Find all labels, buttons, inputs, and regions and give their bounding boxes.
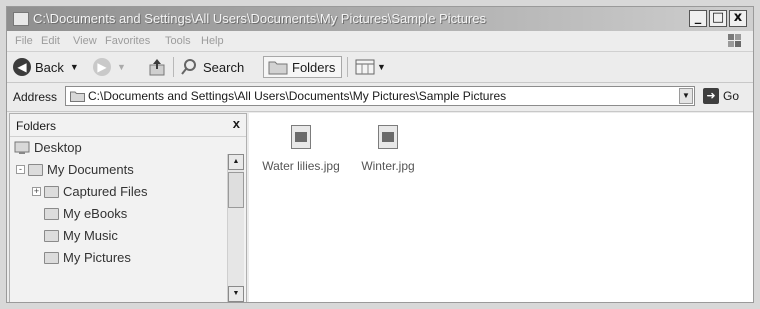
window-title: C:\Documents and Settings\All Users\Docu… xyxy=(33,11,487,26)
tree-item-desktop[interactable]: Desktop xyxy=(14,140,82,155)
tree-item-label: My Documents xyxy=(47,162,134,177)
folders-pane-title: Folders xyxy=(16,119,57,133)
back-button[interactable]: ◀ Back ▼ xyxy=(13,56,79,78)
folder-icon xyxy=(70,91,85,102)
chevron-down-icon[interactable]: ▼ xyxy=(117,62,126,72)
menu-tools[interactable]: Tools xyxy=(165,35,191,47)
folders-pane-close-button[interactable]: x xyxy=(233,116,240,131)
maximize-button[interactable]: □ xyxy=(709,10,727,27)
go-arrow-icon: ➜ xyxy=(703,88,719,104)
go-label: Go xyxy=(723,89,740,103)
up-folder-button[interactable] xyxy=(147,56,167,78)
go-button[interactable]: ➜ Go xyxy=(703,88,739,104)
search-button[interactable]: Search xyxy=(179,56,244,78)
explorer-window: C:\Documents and Settings\All Users\Docu… xyxy=(6,6,754,303)
tree-item-my-pictures[interactable]: My Pictures xyxy=(44,250,131,265)
tree-item-captured-files[interactable]: + Captured Files xyxy=(32,184,148,199)
views-button[interactable]: ▼ xyxy=(355,56,386,78)
chevron-down-icon[interactable]: ▼ xyxy=(377,62,386,72)
address-value: C:\Documents and Settings\All Users\Docu… xyxy=(88,89,507,103)
image-file-icon xyxy=(378,125,398,149)
search-icon xyxy=(181,59,196,75)
folder-window-icon xyxy=(13,12,29,26)
windows-logo-icon xyxy=(728,34,741,47)
folders-button[interactable]: Folders xyxy=(263,56,343,78)
tree-item-my-ebooks[interactable]: My eBooks xyxy=(44,206,127,221)
folders-pane: Folders x Desktop - My Documents + Captu… xyxy=(9,113,247,302)
folder-icon xyxy=(268,61,288,75)
menu-edit[interactable]: Edit xyxy=(41,35,60,47)
folders-pane-header: Folders x xyxy=(10,114,246,137)
menu-help[interactable]: Help xyxy=(201,35,224,47)
back-label: Back xyxy=(35,59,64,75)
scrollbar-thumb[interactable] xyxy=(228,172,244,208)
views-grid-icon xyxy=(355,59,375,75)
tree-item-label: My Pictures xyxy=(63,250,131,265)
file-item[interactable]: Water lilies.jpg xyxy=(255,125,347,173)
menu-favorites[interactable]: Favorites xyxy=(105,35,150,47)
address-field[interactable]: C:\Documents and Settings\All Users\Docu… xyxy=(65,86,695,106)
minimize-button[interactable]: _ xyxy=(689,10,707,27)
scroll-down-icon[interactable]: ▼ xyxy=(228,286,244,302)
address-label: Address xyxy=(13,90,58,104)
forward-button[interactable]: ▶ ▼ xyxy=(93,56,126,78)
tree-item-label: Desktop xyxy=(34,140,82,155)
tree-item-label: Captured Files xyxy=(63,184,148,199)
toolbar-separator xyxy=(347,57,348,77)
expand-toggle[interactable]: + xyxy=(32,187,41,196)
documents-folder-icon xyxy=(28,163,43,176)
image-file-icon xyxy=(291,125,311,149)
forward-arrow-icon: ▶ xyxy=(93,58,111,76)
menu-view[interactable]: View xyxy=(73,35,97,47)
desktop-icon xyxy=(14,141,30,154)
folders-scrollbar[interactable]: ▲ ▼ xyxy=(227,154,244,302)
file-item[interactable]: Winter.jpg xyxy=(353,125,423,173)
pictures-folder-icon xyxy=(44,251,59,264)
back-arrow-icon: ◀ xyxy=(13,58,31,76)
folder-icon xyxy=(44,185,59,198)
file-list-area: Water lilies.jpg Winter.jpg xyxy=(249,113,753,302)
tree-item-my-music[interactable]: My Music xyxy=(44,228,118,243)
file-name: Water lilies.jpg xyxy=(262,159,340,173)
title-bar[interactable]: C:\Documents and Settings\All Users\Docu… xyxy=(7,7,753,31)
close-button[interactable]: x xyxy=(729,10,747,27)
address-dropdown-button[interactable]: ▼ xyxy=(679,88,693,104)
address-bar: Address C:\Documents and Settings\All Us… xyxy=(7,83,753,112)
up-folder-icon xyxy=(149,59,165,76)
collapse-toggle[interactable]: - xyxy=(16,165,25,174)
search-label: Search xyxy=(203,59,245,75)
folders-label: Folders xyxy=(292,59,336,75)
toolbar-separator xyxy=(173,57,174,77)
tree-item-label: My eBooks xyxy=(63,206,128,221)
scroll-up-icon[interactable]: ▲ xyxy=(228,154,244,170)
tree-item-label: My Music xyxy=(63,228,118,243)
music-folder-icon xyxy=(44,229,59,242)
standard-toolbar: ◀ Back ▼ ▶ ▼ Search Folders ▼ xyxy=(7,52,753,83)
file-name: Winter.jpg xyxy=(361,159,415,173)
tree-item-my-documents[interactable]: - My Documents xyxy=(16,162,134,177)
menu-bar: File Edit View Favorites Tools Help xyxy=(7,31,753,52)
chevron-down-icon[interactable]: ▼ xyxy=(70,62,79,72)
folder-icon xyxy=(44,207,59,220)
menu-file[interactable]: File xyxy=(15,35,33,47)
